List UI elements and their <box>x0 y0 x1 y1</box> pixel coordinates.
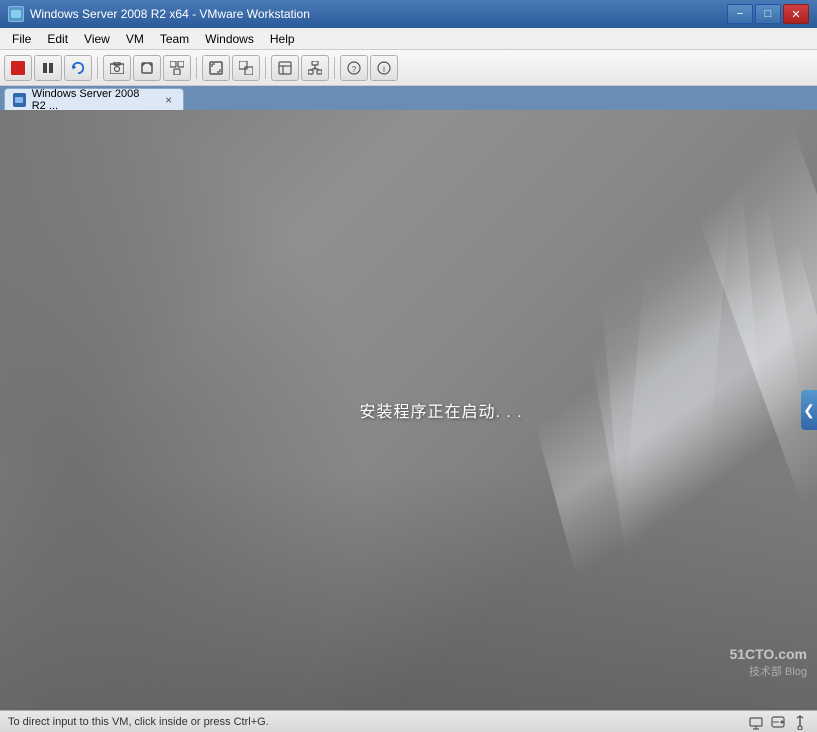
menu-team[interactable]: Team <box>152 28 197 49</box>
tab-vm-icon <box>13 93 26 107</box>
unity-button[interactable] <box>232 55 260 81</box>
status-icons <box>747 713 809 731</box>
vm-tab[interactable]: Windows Server 2008 R2 ... × <box>4 88 184 110</box>
power-on-button[interactable] <box>4 55 32 81</box>
vm-content-area[interactable]: 安装程序正在启动. . . ❮ 51CTO.com 技术部 Blog <box>0 110 817 710</box>
reset-button[interactable] <box>64 55 92 81</box>
menu-file[interactable]: File <box>4 28 39 49</box>
app-icon <box>8 6 24 22</box>
status-bar: To direct input to this VM, click inside… <box>0 710 817 732</box>
tab-bar: Windows Server 2008 R2 ... × <box>0 86 817 110</box>
status-icon-disk <box>769 713 787 731</box>
snapshot-button[interactable] <box>103 55 131 81</box>
network-button[interactable] <box>301 55 329 81</box>
watermark-site: 51CTO.com <box>729 645 807 665</box>
status-icon-network <box>747 713 765 731</box>
help-button[interactable]: ? <box>340 55 368 81</box>
side-arrow-icon: ❮ <box>803 402 815 419</box>
toolbar-sep-2 <box>196 57 197 79</box>
side-arrow-handle[interactable]: ❮ <box>801 390 817 430</box>
status-message: To direct input to this VM, click inside… <box>8 716 269 728</box>
toolbar-sep-4 <box>334 57 335 79</box>
support-button[interactable]: i <box>370 55 398 81</box>
menu-help[interactable]: Help <box>262 28 303 49</box>
status-icon-usb <box>791 713 809 731</box>
toolbar-sep-1 <box>97 57 98 79</box>
vm-settings-button[interactable] <box>271 55 299 81</box>
svg-text:?: ? <box>352 65 357 74</box>
tab-close-button[interactable]: × <box>162 93 175 107</box>
menu-view[interactable]: View <box>76 28 118 49</box>
menu-bar: File Edit View VM Team Windows Help <box>0 28 817 50</box>
fullscreen-button[interactable] <box>202 55 230 81</box>
vm-screen[interactable]: 安装程序正在启动. . . ❮ 51CTO.com 技术部 Blog <box>0 110 817 710</box>
window-controls: − □ ✕ <box>727 4 809 24</box>
loading-text: 安装程序正在启动. . . <box>360 398 523 422</box>
close-button[interactable]: ✕ <box>783 4 809 24</box>
svg-text:i: i <box>383 64 385 74</box>
maximize-button[interactable]: □ <box>755 4 781 24</box>
toolbar-sep-3 <box>265 57 266 79</box>
manage-snapshots-button[interactable] <box>163 55 191 81</box>
shadow-bottom <box>0 470 817 710</box>
toolbar: ? i <box>0 50 817 86</box>
menu-vm[interactable]: VM <box>118 28 152 49</box>
tab-label: Windows Server 2008 R2 ... <box>32 88 157 112</box>
revert-button[interactable] <box>133 55 161 81</box>
minimize-button[interactable]: − <box>727 4 753 24</box>
watermark-blog: 技术部 Blog <box>729 665 807 680</box>
watermark: 51CTO.com 技术部 Blog <box>729 645 807 680</box>
window-title: Windows Server 2008 R2 x64 - VMware Work… <box>30 7 727 21</box>
menu-windows[interactable]: Windows <box>197 28 262 49</box>
pause-button[interactable] <box>34 55 62 81</box>
menu-edit[interactable]: Edit <box>39 28 76 49</box>
title-bar: Windows Server 2008 R2 x64 - VMware Work… <box>0 0 817 28</box>
